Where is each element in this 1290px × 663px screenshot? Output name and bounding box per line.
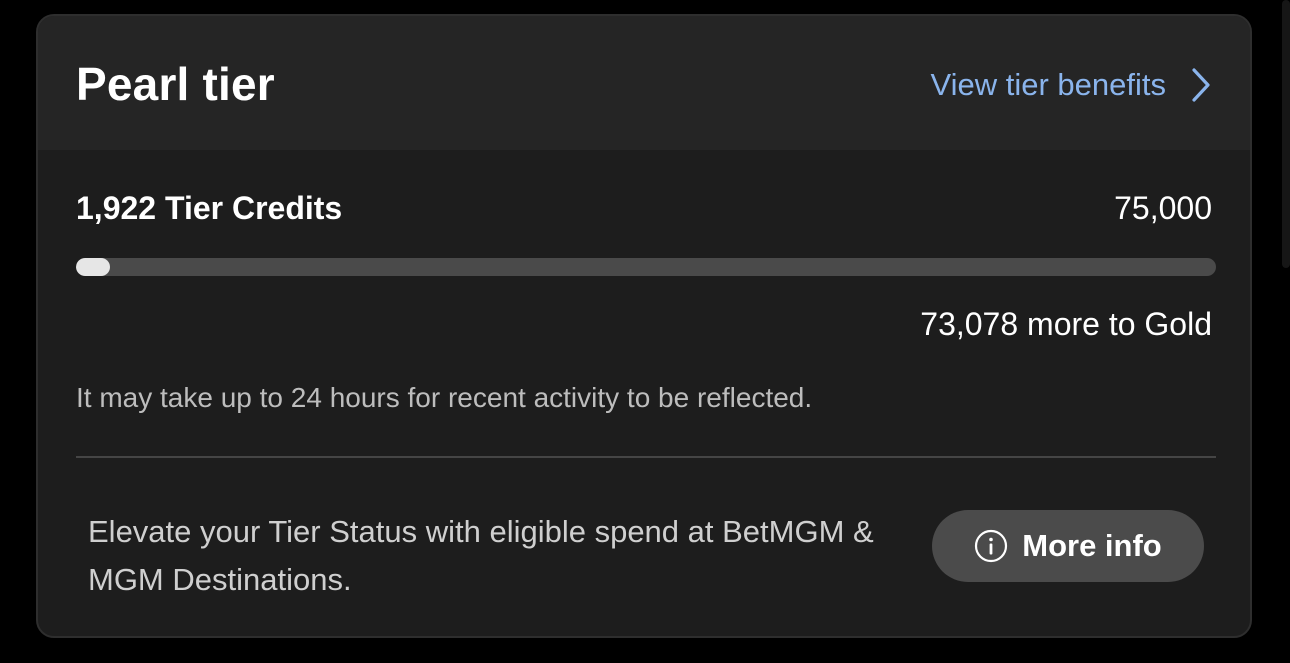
view-tier-benefits-link[interactable]: View tier benefits	[931, 60, 1213, 110]
elevate-status-text: Elevate your Tier Status with eligible s…	[88, 514, 874, 597]
view-tier-benefits-label: View tier benefits	[930, 67, 1167, 102]
tier-credits-label: 1,922 Tier Credits	[76, 190, 343, 226]
adjacent-card-edge	[1282, 0, 1290, 268]
activity-delay-note: It may take up to 24 hours for recent ac…	[76, 382, 813, 413]
more-info-button[interactable]: More info	[932, 510, 1204, 582]
info-circle-icon	[975, 529, 1008, 563]
tier-title: Pearl tier	[76, 58, 275, 110]
tier-progress-fill	[76, 258, 110, 276]
divider	[76, 456, 1216, 458]
tier-status-card: Pearl tier View tier benefits 1,922 Tier…	[36, 14, 1252, 638]
more-info-label: More info	[1022, 528, 1162, 563]
chevron-right-icon	[1192, 68, 1210, 102]
tier-credits-target: 75,000	[1114, 190, 1212, 226]
card-header: Pearl tier View tier benefits	[38, 16, 1250, 150]
remaining-to-next-tier: 73,078 more to Gold	[920, 306, 1212, 342]
tier-progress-bar	[76, 258, 1216, 276]
